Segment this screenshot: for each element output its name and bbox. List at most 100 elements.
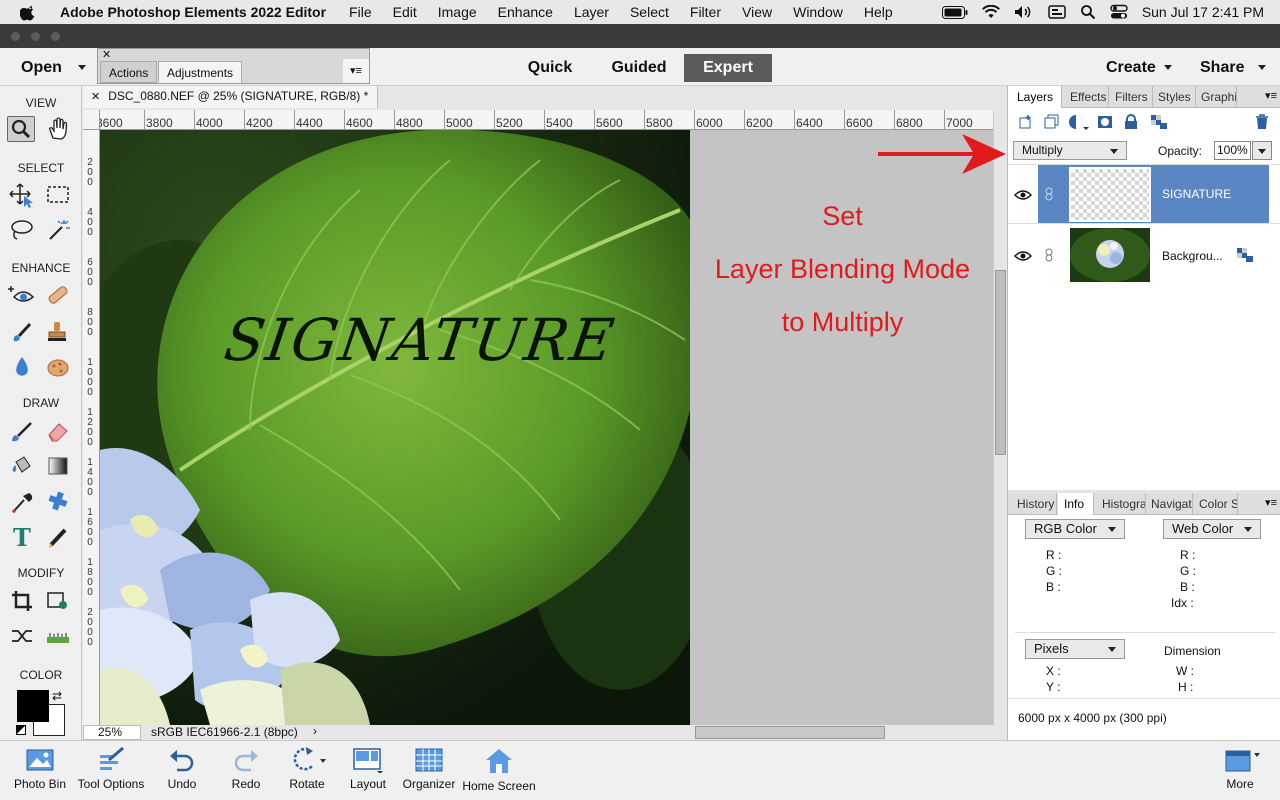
tab-color-swatches[interactable]: Color Swatches (1194, 493, 1238, 515)
opacity-input[interactable]: 100% (1214, 141, 1251, 160)
lock-transparent-icon[interactable] (1150, 114, 1168, 135)
hand-tool-icon[interactable] (44, 116, 72, 142)
straighten-tool-icon[interactable] (44, 623, 72, 649)
recompose-tool-icon[interactable] (44, 588, 72, 614)
display-icon[interactable] (1048, 5, 1066, 19)
tab-info[interactable]: Info (1058, 493, 1094, 515)
custom-shape-tool-icon[interactable] (44, 489, 72, 515)
layers-panel-menu-icon[interactable]: ▾≡ (1265, 89, 1277, 102)
panel-menu-icon[interactable]: ▾≡ (343, 59, 369, 83)
blur-tool-icon[interactable] (8, 354, 36, 380)
minimize-window-button[interactable] (31, 32, 40, 41)
menu-layer[interactable]: Layer (574, 4, 609, 20)
more-button[interactable]: More (1200, 747, 1280, 791)
layer-row-signature[interactable]: SIGNATURE (1038, 165, 1269, 223)
spotlight-search-icon[interactable] (1080, 4, 1096, 20)
menu-view[interactable]: View (742, 4, 772, 20)
tab-navigator[interactable]: Navigator (1147, 493, 1193, 515)
open-dropdown[interactable]: Open (21, 54, 86, 82)
battery-icon[interactable] (941, 5, 968, 19)
tab-adjustments[interactable]: Adjustments (158, 61, 243, 83)
clock[interactable]: Sun Jul 17 2:41 PM (1142, 4, 1264, 20)
menu-edit[interactable]: Edit (393, 4, 417, 20)
info-units-select[interactable]: Pixels (1025, 639, 1125, 659)
app-name[interactable]: Adobe Photoshop Elements 2022 Editor (60, 4, 326, 20)
tab-filters[interactable]: Filters (1110, 86, 1153, 108)
lock-all-icon[interactable] (1124, 114, 1138, 135)
default-colors-icon[interactable] (16, 725, 26, 735)
layer-name-background[interactable]: Backgrou... (1162, 249, 1223, 263)
eyedropper-tool-icon[interactable] (8, 489, 36, 515)
tab-layers[interactable]: Layers (1008, 86, 1062, 108)
info-right-color-mode-select[interactable]: Web Color (1163, 519, 1261, 539)
tab-histogram[interactable]: Histogram (1095, 493, 1146, 515)
eraser-tool-icon[interactable] (44, 418, 72, 444)
tab-actions[interactable]: Actions (100, 61, 158, 83)
magic-wand-tool-icon[interactable] (44, 217, 72, 243)
background-layer-thumbnail[interactable] (1070, 228, 1150, 282)
smart-brush-tool-icon[interactable] (8, 319, 36, 345)
gradient-tool-icon[interactable] (44, 453, 72, 479)
menu-enhance[interactable]: Enhance (498, 4, 553, 20)
create-dropdown[interactable]: Create (1106, 54, 1172, 82)
layer-link-icon[interactable] (1044, 248, 1054, 267)
signature-layer-thumbnail[interactable] (1069, 167, 1151, 222)
menu-filter[interactable]: Filter (690, 4, 721, 20)
volume-icon[interactable] (1014, 5, 1034, 19)
vertical-scrollbar[interactable] (993, 110, 1007, 725)
menu-select[interactable]: Select (630, 4, 669, 20)
content-aware-move-tool-icon[interactable] (8, 623, 36, 649)
delete-layer-icon[interactable] (1254, 114, 1270, 135)
crop-tool-icon[interactable] (8, 588, 36, 614)
brush-tool-icon[interactable] (8, 418, 36, 444)
control-center-icon[interactable] (1110, 4, 1128, 20)
layer-link-icon[interactable] (1044, 187, 1054, 206)
horizontal-scroll-thumb[interactable] (695, 726, 885, 739)
type-tool-icon[interactable]: T (8, 523, 36, 552)
sponge-tool-icon[interactable] (44, 354, 72, 380)
zoom-level[interactable]: 25% (83, 725, 141, 740)
mode-guided-tab[interactable]: Guided (600, 54, 678, 82)
close-panel-icon[interactable]: ✕ (102, 48, 111, 61)
clone-stamp-tool-icon[interactable] (44, 319, 72, 345)
tab-styles[interactable]: Styles (1154, 86, 1196, 108)
apple-icon[interactable] (20, 3, 38, 21)
wifi-icon[interactable] (981, 5, 1000, 19)
zoom-tool-icon[interactable] (7, 116, 35, 142)
tab-graphics[interactable]: Graphics (1197, 86, 1237, 108)
menu-file[interactable]: File (349, 4, 372, 20)
mode-expert-tab[interactable]: Expert (684, 54, 772, 82)
tab-effects[interactable]: Effects (1063, 86, 1109, 108)
info-left-color-mode-select[interactable]: RGB Color (1025, 519, 1125, 539)
mode-quick-tab[interactable]: Quick (515, 54, 585, 82)
layer-mask-icon[interactable] (1097, 114, 1113, 135)
ruler-origin[interactable] (83, 110, 100, 130)
photo-bin-button[interactable]: Photo Bin (0, 747, 80, 791)
blend-mode-select[interactable]: Multiply (1013, 141, 1127, 160)
close-window-button[interactable] (11, 32, 20, 41)
swap-colors-icon[interactable]: ⇄ (52, 689, 62, 703)
tab-history[interactable]: History (1008, 493, 1057, 515)
marquee-tool-icon[interactable] (44, 182, 72, 208)
pencil-tool-icon[interactable] (44, 524, 72, 550)
status-expand-icon[interactable]: › (313, 725, 317, 738)
menu-help[interactable]: Help (864, 4, 893, 20)
menu-image[interactable]: Image (438, 4, 477, 20)
organizer-button[interactable]: Organizer (389, 747, 469, 791)
menu-window[interactable]: Window (793, 4, 843, 20)
vertical-ruler[interactable]: 200 400 600 800 1000 1200 1400 1600 1800 2000 (83, 130, 100, 725)
layer-name-signature[interactable]: SIGNATURE (1162, 187, 1231, 201)
foreground-color-swatch[interactable] (17, 690, 49, 722)
adjustment-layer-icon[interactable] (1068, 114, 1090, 137)
scroll-thumb[interactable] (995, 270, 1006, 455)
layer-mask-link-icon[interactable] (1236, 247, 1254, 268)
info-panel-menu-icon[interactable]: ▾≡ (1265, 496, 1277, 509)
new-layer-icon[interactable] (1018, 114, 1034, 135)
document-canvas[interactable]: SIGNATURE Set Layer Blending Mode to Mul… (100, 130, 993, 725)
home-screen-button[interactable]: Home Screen (459, 747, 539, 793)
red-eye-tool-icon[interactable] (8, 282, 36, 308)
visibility-eye-icon[interactable] (1014, 249, 1032, 267)
visibility-eye-icon[interactable] (1014, 188, 1032, 206)
close-document-icon[interactable]: ✕ (91, 91, 100, 103)
spot-healing-tool-icon[interactable] (44, 282, 72, 308)
